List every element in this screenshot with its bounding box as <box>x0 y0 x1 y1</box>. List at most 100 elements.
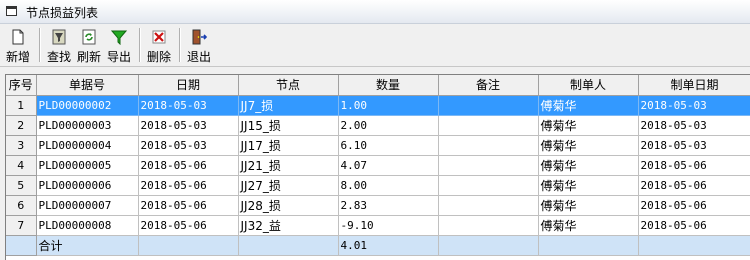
cell-doc-no[interactable]: PLD00000004 <box>36 135 139 156</box>
total-creator <box>538 235 639 256</box>
cell-creator[interactable]: 傅菊华 <box>538 215 639 236</box>
total-node <box>238 235 339 256</box>
cell-index[interactable]: 6 <box>6 195 37 216</box>
data-grid[interactable]: 序号 单据号 日期 节点 数量 备注 制单人 制单日期 1 PLD00000002… <box>5 74 750 260</box>
col-header-remark[interactable]: 备注 <box>438 75 539 96</box>
total-doc-no: 合计 <box>36 235 139 256</box>
new-document-icon <box>12 29 24 45</box>
cell-doc-no[interactable]: PLD00000008 <box>36 215 139 236</box>
cell-index[interactable]: 7 <box>6 215 37 236</box>
col-header-date[interactable]: 日期 <box>138 75 239 96</box>
cell-quantity[interactable]: 1.00 <box>338 95 439 116</box>
cell-date[interactable]: 2018-05-06 <box>138 175 239 196</box>
cell-node[interactable]: JJ32_益 <box>238 215 339 236</box>
cell-date[interactable]: 2018-05-03 <box>138 115 239 136</box>
total-index <box>6 235 37 256</box>
cell-quantity[interactable]: 6.10 <box>338 135 439 156</box>
toolbar: 新增 查找 刷新 导出 删除 退出 <box>0 24 750 67</box>
cell-remark[interactable] <box>438 155 539 176</box>
cell-node[interactable]: JJ27_损 <box>238 175 339 196</box>
find-button[interactable]: 查找 <box>44 26 74 65</box>
cell-node[interactable]: JJ28_损 <box>238 195 339 216</box>
cell-creator[interactable]: 傅菊华 <box>538 135 639 156</box>
delete-x-icon <box>152 30 166 44</box>
cell-create-date[interactable]: 2018-05-03 <box>638 95 750 116</box>
table-row[interactable]: 4 PLD00000005 2018-05-06 JJ21_损 4.07 傅菊华 2018-… <box>6 155 750 176</box>
new-label: 新增 <box>5 50 30 64</box>
cell-date[interactable]: 2018-05-06 <box>138 195 239 216</box>
table-row[interactable]: 6 PLD00000007 2018-05-06 JJ28_损 2.83 傅菊华 2018-… <box>6 195 750 216</box>
total-row: 合计 4.01 <box>6 235 750 256</box>
toolbar-separator <box>179 28 181 62</box>
cell-creator[interactable]: 傅菊华 <box>538 115 639 136</box>
cell-index[interactable]: 5 <box>6 175 37 196</box>
cell-date[interactable]: 2018-05-06 <box>138 155 239 176</box>
cell-create-date[interactable]: 2018-05-06 <box>638 175 750 196</box>
cell-create-date[interactable]: 2018-05-06 <box>638 215 750 236</box>
new-button[interactable]: 新增 <box>3 26 33 65</box>
cell-index[interactable]: 3 <box>6 135 37 156</box>
cell-quantity[interactable]: -9.10 <box>338 215 439 236</box>
cell-creator[interactable]: 傅菊华 <box>538 175 639 196</box>
cell-quantity[interactable]: 2.83 <box>338 195 439 216</box>
table-row[interactable]: 1 PLD00000002 2018-05-03 JJ7_损 1.00 傅菊华 2018-0… <box>6 95 750 116</box>
cell-date[interactable]: 2018-05-06 <box>138 215 239 236</box>
delete-label: 删除 <box>146 50 171 64</box>
cell-create-date[interactable]: 2018-05-06 <box>638 155 750 176</box>
window-title: 节点损益列表 <box>26 6 99 20</box>
table-row[interactable]: 7 PLD00000008 2018-05-06 JJ32_益 -9.10 傅菊华 2018… <box>6 215 750 236</box>
title-bar: 节点损益列表 <box>0 0 750 24</box>
total-remark <box>438 235 539 256</box>
cell-creator[interactable]: 傅菊华 <box>538 195 639 216</box>
col-header-index[interactable]: 序号 <box>6 75 37 96</box>
col-header-doc-no[interactable]: 单据号 <box>36 75 139 96</box>
table-row[interactable]: 5 PLD00000006 2018-05-06 JJ27_损 8.00 傅菊华 2018-… <box>6 175 750 196</box>
cell-doc-no[interactable]: PLD00000003 <box>36 115 139 136</box>
cell-quantity[interactable]: 8.00 <box>338 175 439 196</box>
cell-node[interactable]: JJ17_损 <box>238 135 339 156</box>
cell-doc-no[interactable]: PLD00000006 <box>36 175 139 196</box>
cell-date[interactable]: 2018-05-03 <box>138 135 239 156</box>
loss-gain-table: 序号 单据号 日期 节点 数量 备注 制单人 制单日期 1 PLD00000002… <box>6 75 750 256</box>
cell-remark[interactable] <box>438 175 539 196</box>
cell-remark[interactable] <box>438 195 539 216</box>
cell-doc-no[interactable]: PLD00000005 <box>36 155 139 176</box>
find-label: 查找 <box>46 50 71 64</box>
cell-node[interactable]: JJ7_损 <box>238 95 339 116</box>
exit-button[interactable]: 退出 <box>184 26 214 65</box>
cell-creator[interactable]: 傅菊华 <box>538 95 639 116</box>
col-header-create-date[interactable]: 制单日期 <box>638 75 750 96</box>
col-header-node[interactable]: 节点 <box>238 75 339 96</box>
find-icon <box>52 29 66 45</box>
refresh-label: 刷新 <box>76 50 101 64</box>
cell-create-date[interactable]: 2018-05-03 <box>638 115 750 136</box>
cell-create-date[interactable]: 2018-05-03 <box>638 135 750 156</box>
cell-index[interactable]: 4 <box>6 155 37 176</box>
cell-creator[interactable]: 傅菊华 <box>538 155 639 176</box>
table-row[interactable]: 2 PLD00000003 2018-05-03 JJ15_损 2.00 傅菊华 2018-… <box>6 115 750 136</box>
cell-node[interactable]: JJ15_损 <box>238 115 339 136</box>
cell-create-date[interactable]: 2018-05-06 <box>638 195 750 216</box>
cell-node[interactable]: JJ21_损 <box>238 155 339 176</box>
col-header-quantity[interactable]: 数量 <box>338 75 439 96</box>
cell-remark[interactable] <box>438 215 539 236</box>
cell-index[interactable]: 1 <box>6 95 37 116</box>
cell-doc-no[interactable]: PLD00000002 <box>36 95 139 116</box>
cell-quantity[interactable]: 4.07 <box>338 155 439 176</box>
export-button[interactable]: 导出 <box>104 26 134 65</box>
col-header-creator[interactable]: 制单人 <box>538 75 639 96</box>
refresh-button[interactable]: 刷新 <box>74 26 104 65</box>
cell-index[interactable]: 2 <box>6 115 37 136</box>
total-quantity: 4.01 <box>338 235 439 256</box>
cell-remark[interactable] <box>438 135 539 156</box>
cell-doc-no[interactable]: PLD00000007 <box>36 195 139 216</box>
toolbar-separator <box>139 28 141 62</box>
cell-remark[interactable] <box>438 115 539 136</box>
cell-date[interactable]: 2018-05-03 <box>138 95 239 116</box>
delete-button[interactable]: 删除 <box>144 26 174 65</box>
cell-remark[interactable] <box>438 95 539 116</box>
cell-quantity[interactable]: 2.00 <box>338 115 439 136</box>
total-date <box>138 235 239 256</box>
table-row[interactable]: 3 PLD00000004 2018-05-03 JJ17_损 6.10 傅菊华 2018-… <box>6 135 750 156</box>
export-funnel-icon <box>111 30 127 45</box>
